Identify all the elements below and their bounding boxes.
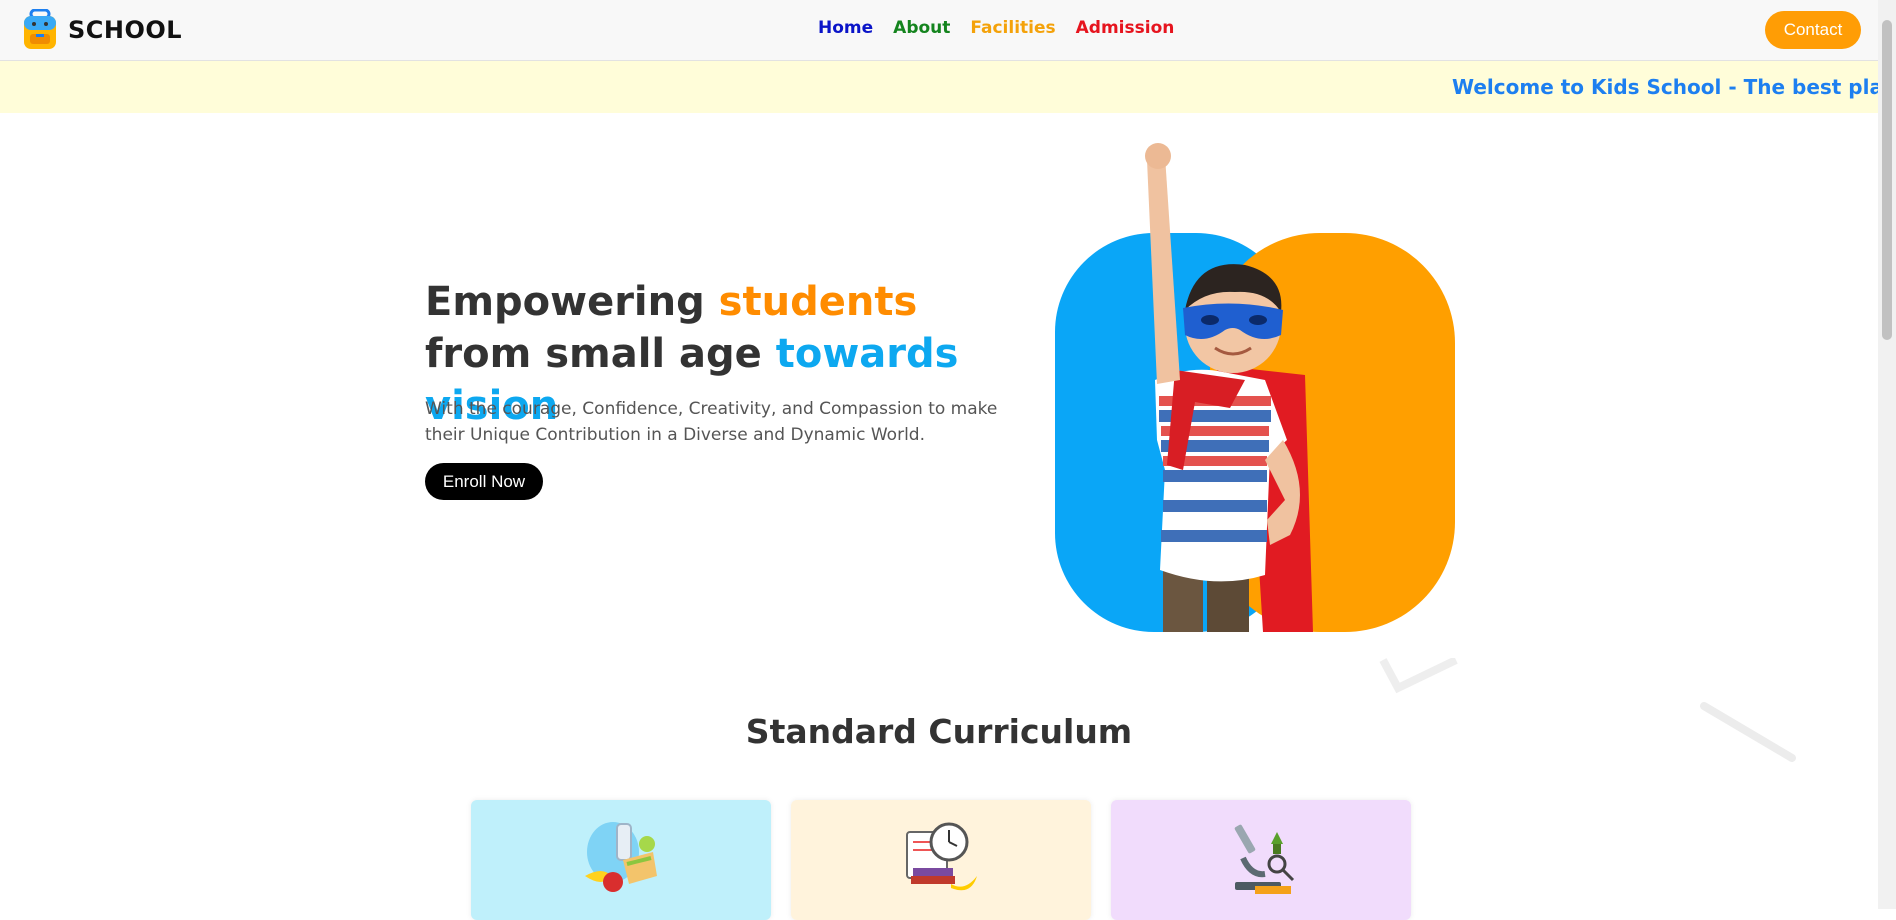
curriculum-card-study[interactable]: [791, 800, 1091, 920]
brand-logo[interactable]: SCHOOL: [22, 9, 182, 51]
backpack-icon: [24, 9, 56, 49]
enroll-now-button[interactable]: Enroll Now: [425, 463, 543, 500]
hero-title-part1: Empowering: [425, 279, 719, 325]
scrollbar-thumb[interactable]: [1882, 20, 1892, 340]
ticker-text: Welcome to Kids School - The best place …: [1452, 75, 1878, 99]
lunch-icon: [585, 822, 657, 892]
hero-subtitle: With the courage, Confidence, Creativity…: [425, 399, 998, 445]
curriculum-card-nutrition[interactable]: [471, 800, 771, 920]
brand-name: SCHOOL: [68, 16, 183, 44]
main-nav: Home About Facilities Admission: [818, 18, 1194, 38]
microscope-icon: [1234, 824, 1295, 894]
announcement-ticker: Welcome to Kids School - The best place …: [0, 61, 1878, 113]
hero-title-accent1: students: [718, 279, 918, 325]
hero-title-part2: from small age: [425, 331, 776, 377]
curriculum-title: Standard Curriculum: [745, 712, 1133, 751]
nav-home[interactable]: Home: [818, 18, 873, 38]
curriculum-card-science[interactable]: [1111, 800, 1411, 920]
navbar: SCHOOL Home About Facilities Admission C…: [0, 0, 1878, 61]
nav-facilities[interactable]: Facilities: [970, 18, 1055, 38]
study-clock-icon: [906, 822, 977, 891]
hero-image: [1055, 143, 1455, 632]
nav-about[interactable]: About: [893, 18, 950, 38]
page-scrollbar[interactable]: [1878, 0, 1896, 909]
contact-button[interactable]: Contact: [1765, 11, 1861, 49]
decor-check-shape: [1379, 658, 1458, 694]
nav-admission[interactable]: Admission: [1076, 18, 1175, 38]
